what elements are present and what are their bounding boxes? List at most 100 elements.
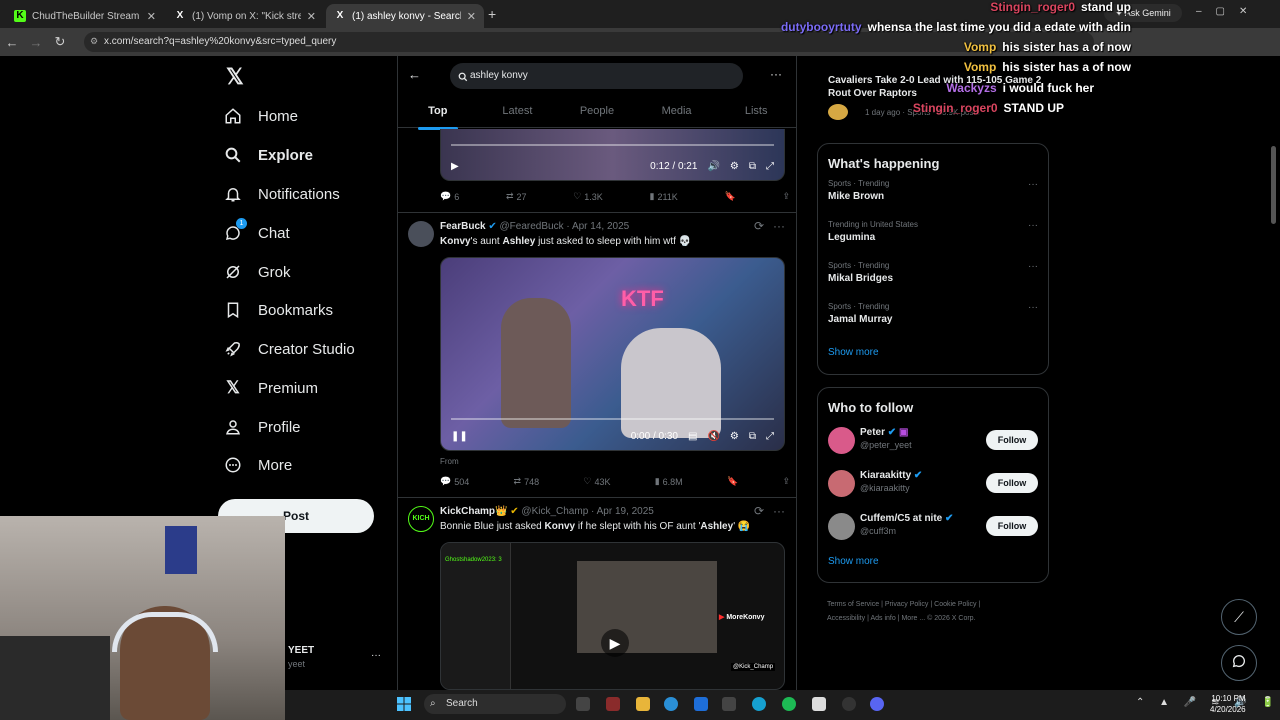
avatar[interactable]: KICH	[408, 506, 434, 532]
account-name[interactable]: YEET	[288, 645, 314, 656]
tweet-card[interactable]: KICH KickChamp👑 ✔ @Kick_Champ · Apr 19, …	[398, 498, 796, 690]
sidebar-item-profile[interactable]: Profile	[222, 411, 301, 443]
sidebar-item-premium[interactable]: 𝕏 Premium	[222, 372, 318, 404]
fullscreen-icon[interactable]: ⤢	[766, 161, 774, 172]
tab-latest[interactable]: Latest	[478, 98, 558, 127]
settings-icon[interactable]: ⚙	[730, 161, 739, 172]
captions-icon[interactable]: ▤	[688, 431, 697, 442]
x-logo-icon[interactable]: 𝕏	[226, 64, 244, 90]
tweet-video[interactable]: KTF ❚❚ 0:00 / 0:30 ▤ 🔇 ⚙ ⧉ ⤢	[440, 257, 785, 451]
follow-button[interactable]: Follow	[986, 473, 1038, 493]
search-input[interactable]: ashley konvy	[450, 63, 743, 89]
follow-suggestion[interactable]: Kiaraakitty ✔ @kiaraakitty Follow	[818, 462, 1048, 505]
trend-more-icon[interactable]: ···	[1028, 302, 1038, 313]
trend-item[interactable]: Sports · Trending Mike Brown ···	[818, 175, 1048, 216]
edge-icon[interactable]	[664, 697, 678, 711]
like-button[interactable]: ♡ 1.3K	[573, 191, 603, 202]
footer-link[interactable]: Accessibility	[827, 615, 865, 622]
sidebar-item-grok[interactable]: Grok	[222, 256, 291, 288]
sidebar-item-more[interactable]: More	[222, 449, 292, 481]
trend-item[interactable]: Sports · Trending Jamal Murray ···	[818, 298, 1048, 339]
app-icon[interactable]	[722, 697, 736, 711]
task-view-icon[interactable]	[576, 697, 590, 711]
grok-icon[interactable]: ⟳	[754, 504, 764, 518]
close-tab-icon[interactable]: ✕	[467, 10, 476, 23]
reply-button[interactable]: 💬 6	[440, 191, 459, 202]
sidebar-item-creator-studio[interactable]: Creator Studio	[222, 333, 355, 365]
video-progress-bar[interactable]	[451, 418, 774, 420]
tweet-video[interactable]: ▶ 0:12 / 0:21 🔊 ⚙ ⧉ ⤢	[440, 129, 785, 181]
messages-button[interactable]	[1221, 645, 1257, 681]
tweet-card[interactable]: FearBuck ✔ @FearedBuck · Apr 14, 2025 ⟳ …	[398, 213, 796, 498]
tab-top[interactable]: Top	[398, 98, 478, 127]
new-tab-button[interactable]: +	[488, 6, 496, 22]
sidebar-item-notifications[interactable]: Notifications	[222, 178, 340, 210]
avatar[interactable]	[828, 427, 855, 454]
repost-button[interactable]: ⇄ 27	[506, 191, 527, 202]
mute-icon[interactable]: 🔇	[707, 431, 719, 442]
avatar[interactable]	[828, 470, 855, 497]
follow-button[interactable]: Follow	[986, 430, 1038, 450]
tab-media[interactable]: Media	[637, 98, 717, 127]
play-icon[interactable]: ▶	[451, 161, 459, 172]
windows-start-icon[interactable]	[397, 697, 411, 711]
avatar[interactable]	[408, 221, 434, 247]
fullscreen-icon[interactable]: ⤢	[766, 431, 774, 442]
account-menu-icon[interactable]: ···	[371, 650, 381, 661]
volume-icon[interactable]: 🔊	[707, 161, 719, 172]
grok-icon[interactable]: ⟳	[754, 219, 764, 233]
tab-people[interactable]: People	[557, 98, 637, 127]
browser-tab-search[interactable]: X (1) ashley konvy - Search / X ✕	[326, 4, 484, 28]
reload-icon[interactable]: ↻	[48, 34, 72, 50]
footer-link[interactable]: More ...	[901, 615, 925, 622]
footer-link[interactable]: Ads info	[870, 615, 895, 622]
tweet-video[interactable]: Ghostshadow2023: 3 ▶ ▶ MoreKonvy @Kick_C…	[440, 542, 785, 690]
forward-icon[interactable]: →	[24, 35, 48, 50]
footer-link[interactable]: Terms of Service	[827, 601, 879, 608]
window-controls[interactable]: –▢✕	[1196, 6, 1261, 17]
spotify-icon[interactable]	[782, 697, 796, 711]
trend-item[interactable]: Trending in United States Legumina ···	[818, 216, 1048, 257]
share-icon[interactable]: ⇪	[782, 476, 790, 487]
trend-more-icon[interactable]: ···	[1028, 261, 1038, 272]
settings-icon[interactable]: ⚙	[730, 431, 739, 442]
back-arrow-icon[interactable]: ←	[408, 67, 421, 82]
trend-item[interactable]: Sports · Trending Mikal Bridges ···	[818, 257, 1048, 298]
bookmark-icon[interactable]: 🔖	[727, 476, 738, 487]
back-icon[interactable]: ←	[0, 35, 24, 50]
sidebar-item-bookmarks[interactable]: Bookmarks	[222, 294, 333, 326]
bookmark-icon[interactable]: 🔖	[725, 191, 736, 202]
sidebar-item-chat[interactable]: 1 Chat	[222, 217, 290, 249]
follow-suggestion[interactable]: Cuffem/C5 at nite ✔ @cuff3m Follow	[818, 505, 1048, 548]
tweet-more-icon[interactable]: ···	[773, 219, 785, 233]
tweet-author-name[interactable]: KickChamp👑	[440, 506, 507, 517]
url-input[interactable]: x.com/search?q=ashley%20konvy&src=typed_…	[84, 32, 1094, 52]
views-button[interactable]: ▮ 6.8M	[655, 476, 683, 487]
footer-link[interactable]: Privacy Policy	[885, 601, 929, 608]
repost-button[interactable]: ⇄ 748	[514, 476, 540, 487]
close-tab-icon[interactable]: ✕	[147, 10, 156, 23]
follow-suggestion[interactable]: Peter ✔ ▣ @peter_yeet Follow	[818, 419, 1048, 462]
views-button[interactable]: ▮ 211K	[650, 191, 678, 202]
pip-icon[interactable]: ⧉	[749, 431, 756, 442]
trend-more-icon[interactable]: ···	[1028, 179, 1038, 190]
pip-icon[interactable]: ⧉	[749, 161, 756, 172]
chrome-icon[interactable]	[752, 697, 766, 711]
browser-tab-vomp[interactable]: X (1) Vomp on X: "Kick streamer E ✕	[166, 4, 324, 28]
tab-lists[interactable]: Lists	[716, 98, 796, 127]
sidebar-item-home[interactable]: Home	[222, 100, 298, 132]
like-button[interactable]: ♡ 43K	[583, 476, 610, 487]
show-more-link[interactable]: Show more	[818, 548, 1048, 579]
pause-icon[interactable]: ❚❚	[451, 431, 468, 442]
taskbar-clock[interactable]: 10:10 PM 4/20/2026	[1210, 693, 1246, 715]
site-info-icon[interactable]: ⚙	[90, 36, 98, 47]
grok-button[interactable]: ⟋	[1221, 599, 1257, 635]
system-tray-icons[interactable]: ⌃ ▲ 🎤 ≋ 🔊 🔋	[1136, 697, 1280, 708]
browser-tab-kick[interactable]: K ChudTheBuilder Stream - Watc ✕	[6, 4, 164, 28]
sidebar-item-explore[interactable]: Explore	[222, 139, 313, 171]
close-tab-icon[interactable]: ✕	[307, 10, 316, 23]
search-options-icon[interactable]: ···	[770, 67, 782, 81]
tweet-author-name[interactable]: FearBuck	[440, 221, 486, 232]
store-icon[interactable]	[694, 697, 708, 711]
follow-button[interactable]: Follow	[986, 516, 1038, 536]
